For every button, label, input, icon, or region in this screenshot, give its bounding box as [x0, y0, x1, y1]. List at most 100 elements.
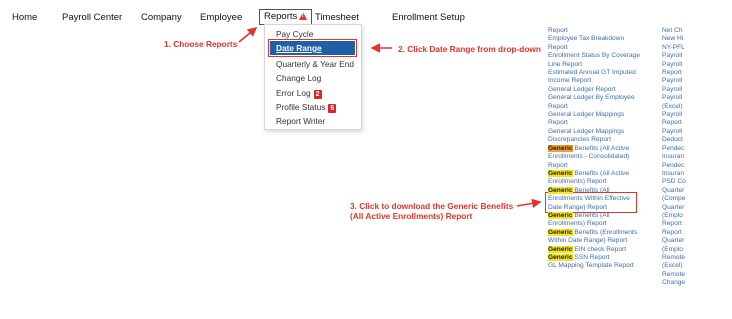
- arrow-step3: [516, 198, 542, 209]
- report-link-line[interactable]: Report: [662, 69, 732, 77]
- report-link-text: Report: [548, 27, 568, 34]
- report-link-line[interactable]: Enrollments - Consolidated): [548, 153, 648, 161]
- report-link-text: Estimated Annual GT Imputed: [548, 69, 636, 77]
- search-highlight: Generic: [548, 144, 573, 152]
- report-link-line[interactable]: Line Report: [548, 61, 648, 69]
- report-link-line[interactable]: Report: [548, 119, 648, 127]
- report-link-text: Enrollments) Report: [548, 178, 607, 186]
- report-link-line[interactable]: Payroll: [662, 77, 732, 85]
- report-link-line[interactable]: Pendec: [662, 162, 732, 170]
- report-link-line[interactable]: Payroll: [662, 128, 732, 136]
- report-link-line[interactable]: Remote: [662, 254, 732, 262]
- report-link-text: General Ledger By Employee: [548, 94, 635, 102]
- report-link-line[interactable]: Enrollment Status By Coverage: [548, 52, 648, 60]
- report-link-text: Benefits (All: [572, 211, 610, 219]
- report-link-text: Enrollments - Consolidated): [548, 153, 630, 161]
- report-link-line[interactable]: Pendec: [662, 145, 732, 153]
- report-link-text: Employee Tax Breakdown: [548, 35, 625, 43]
- report-link-line[interactable]: Within Date Range) Report: [548, 237, 648, 245]
- report-link-line[interactable]: Generic SSN Report: [548, 253, 648, 262]
- report-link-text: Benefits (All Active: [572, 169, 629, 177]
- reports-list-secondary: Net Ch New Hi NY-PFL Payroll Payroll Report Pa…: [662, 27, 732, 288]
- report-link-line[interactable]: Deduct: [662, 136, 732, 144]
- report-link-line[interactable]: Quarter: [662, 237, 732, 245]
- report-link-line[interactable]: PSD Co: [662, 178, 732, 186]
- report-link-line[interactable]: General Ledger Mappings: [548, 111, 648, 119]
- report-link-text: Benefits (Enrollments: [572, 228, 638, 236]
- annotation-step1: 1. Choose Reports: [164, 39, 238, 49]
- report-link-text: Report: [548, 119, 568, 127]
- report-link-text: Report: [548, 161, 568, 169]
- report-link-text: Discrepancies Report: [548, 136, 612, 144]
- report-link-line[interactable]: Payroll: [662, 52, 732, 60]
- report-link-line[interactable]: Payroll: [662, 111, 732, 119]
- report-link-line[interactable]: Insuran: [662, 170, 732, 178]
- report-link-text: Line Report: [548, 60, 583, 68]
- report-link-text: GL Mapping Template Report: [548, 262, 634, 270]
- report-link-text: Benefits (All: [572, 186, 610, 194]
- report-link-line[interactable]: Date Range) Report: [548, 204, 648, 212]
- report-link-line[interactable]: Payroll: [662, 94, 732, 102]
- report-link-line[interactable]: Generic Benefits (Enrollments: [548, 228, 648, 237]
- report-link-line[interactable]: Payroll: [662, 61, 732, 69]
- report-link-text: Enrollments) Report: [548, 220, 607, 228]
- report-link-line[interactable]: Report: [548, 103, 648, 111]
- report-link-line[interactable]: (Emplo: [662, 246, 732, 254]
- report-link-line[interactable]: General Ledger Mappings: [548, 128, 648, 136]
- report-link-line[interactable]: Enrollments) Report: [548, 178, 648, 186]
- reports-list: Report Employee Tax Breakdown Report Enroll…: [548, 27, 648, 271]
- report-link-text: General Ledger Mappings: [548, 111, 625, 119]
- report-link-line[interactable]: Discrepancies Report: [548, 136, 648, 144]
- report-link-text: Income Report: [548, 77, 592, 85]
- report-link-line[interactable]: Net Ch: [662, 27, 732, 35]
- report-link-line[interactable]: Report: [548, 162, 648, 170]
- report-link-line[interactable]: Generic Benefits (All Active: [548, 169, 648, 178]
- report-link-line[interactable]: Generic Benefits (All: [548, 211, 648, 220]
- report-link-line[interactable]: Quarter: [662, 187, 732, 195]
- report-link-line[interactable]: General Ledger By Employee: [548, 94, 648, 102]
- report-link-line[interactable]: Report: [662, 119, 732, 127]
- report-link-line[interactable]: General Ledger Report: [548, 86, 648, 94]
- report-link-text: Report: [548, 102, 568, 110]
- report-link-line[interactable]: Payroll: [662, 86, 732, 94]
- search-highlight: Generic: [548, 253, 573, 261]
- report-link-text: Within Date Range) Report: [548, 237, 628, 245]
- report-link-text: General Ledger Report: [548, 85, 616, 93]
- report-link-line[interactable]: Generic Benefits (All: [548, 186, 648, 195]
- report-link-text: SSN Report: [572, 253, 610, 261]
- report-link-text: Benefits (All Active: [572, 144, 629, 152]
- report-link-text: EIN check Report: [572, 245, 627, 253]
- search-highlight: Generic: [548, 228, 573, 236]
- report-link-line[interactable]: Generic Benefits (All Active: [548, 144, 648, 153]
- report-link-line[interactable]: New Hi: [662, 35, 732, 43]
- report-link-text: Enrollments Within Effective: [548, 195, 630, 203]
- report-link-line[interactable]: NY-PFL: [662, 44, 732, 52]
- report-link-line[interactable]: Report: [662, 220, 732, 228]
- report-link-line[interactable]: GL Mapping Template Report: [548, 262, 648, 270]
- report-link-line[interactable]: Change: [662, 279, 732, 287]
- annotation-step2: 2. Click Date Range from drop-down: [398, 44, 541, 54]
- annotation-step3-line1: 3. Click to download the Generic Benefit…: [350, 201, 514, 211]
- report-link-line[interactable]: Employee Tax Breakdown: [548, 35, 648, 43]
- report-link-line[interactable]: Report: [662, 229, 732, 237]
- report-link-line[interactable]: Estimated Annual GT Imputed: [548, 69, 648, 77]
- report-link-text: Enrollment Status By Coverage: [548, 52, 640, 60]
- report-link-line[interactable]: (Excel): [662, 103, 732, 111]
- report-link-line[interactable]: Insuran: [662, 153, 732, 161]
- search-highlight: Generic: [548, 186, 573, 194]
- report-link-line[interactable]: Income Report: [548, 77, 648, 85]
- report-link-line[interactable]: (Emplo: [662, 212, 732, 220]
- report-link-text: Date Range) Report: [548, 203, 608, 211]
- report-link-line[interactable]: Enrollments) Report: [548, 220, 648, 228]
- report-link-line[interactable]: Report: [548, 44, 648, 52]
- report-link-line[interactable]: Remote: [662, 271, 732, 279]
- report-link-line[interactable]: Enrollments Within Effective: [548, 195, 648, 203]
- search-highlight: Generic: [548, 169, 573, 177]
- report-link-line[interactable]: (Excel): [662, 262, 732, 270]
- report-link-line[interactable]: Quarter: [662, 204, 732, 212]
- annotation-step3-line2: (All Active Enrollments) Report: [350, 211, 473, 221]
- arrow-step1: [238, 26, 258, 43]
- report-link-line[interactable]: (Compe: [662, 195, 732, 203]
- report-link-line[interactable]: Report: [548, 27, 648, 35]
- report-link-line[interactable]: Generic EIN check Report: [548, 245, 648, 254]
